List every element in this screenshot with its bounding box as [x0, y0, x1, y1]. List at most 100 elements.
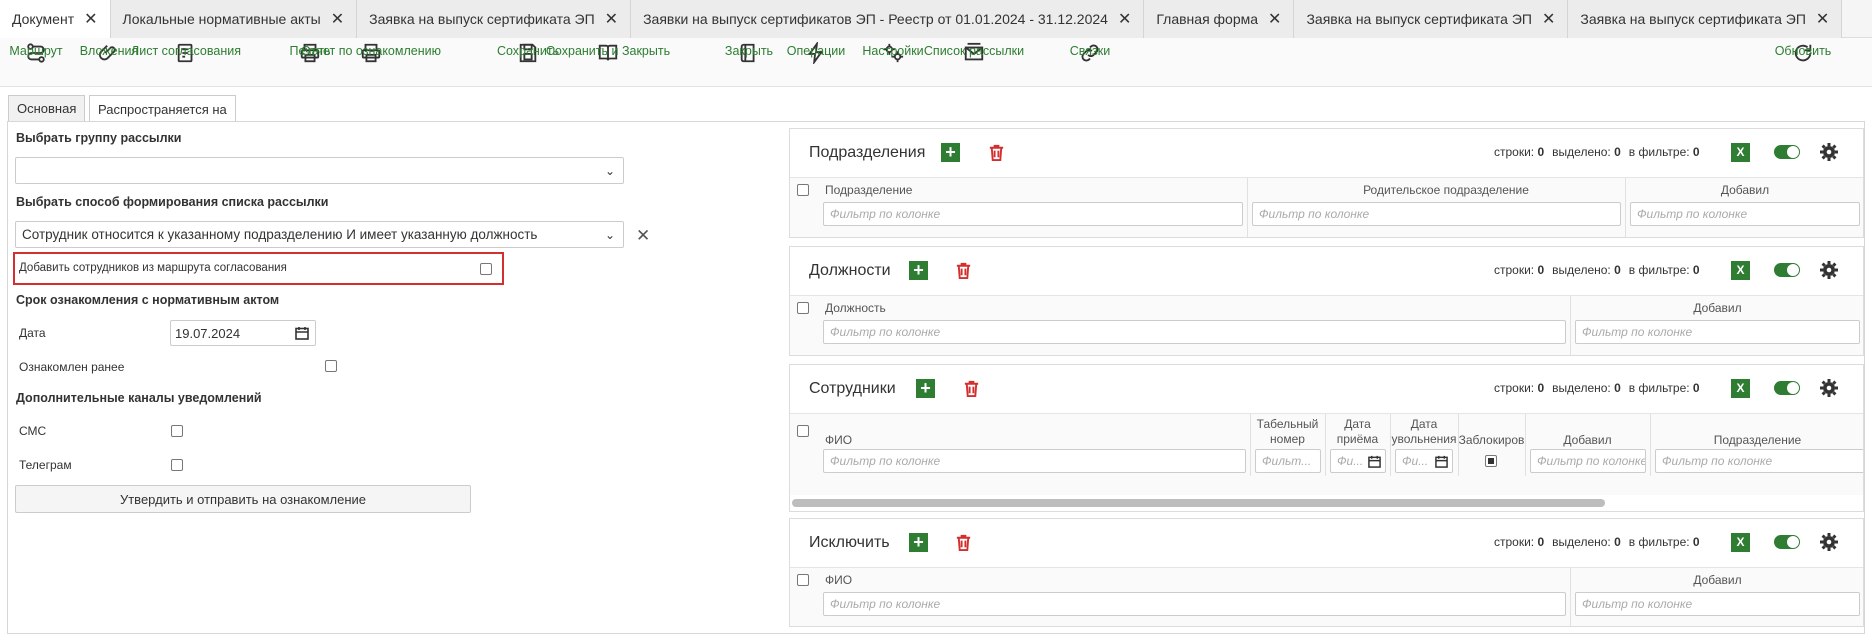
acquainted-label: Ознакомлен ранее: [19, 360, 125, 374]
selected-count: 0: [1614, 145, 1621, 159]
mailing-list-button[interactable]: Список рассылки: [924, 42, 1024, 64]
save-button[interactable]: Сохранить: [497, 42, 559, 64]
col-header: Подразделение: [1713, 433, 1802, 447]
trash-icon[interactable]: [962, 379, 981, 398]
date-label: Дата: [19, 326, 46, 340]
add-from-route-checkbox[interactable]: [480, 263, 492, 275]
tab-main-form[interactable]: Главная форма ✕: [1144, 0, 1295, 38]
close-icon[interactable]: ✕: [1118, 9, 1131, 29]
filter-input[interactable]: Фильтр по колонке: [823, 320, 1566, 344]
excel-icon[interactable]: X: [1731, 533, 1750, 552]
select-all-checkbox[interactable]: [797, 302, 809, 314]
close-icon[interactable]: ✕: [1542, 9, 1555, 29]
approve-send-button[interactable]: Утвердить и отправить на ознакомление: [15, 485, 471, 513]
filter-date-input[interactable]: Фи...: [1330, 449, 1386, 473]
gear-icon[interactable]: [1819, 142, 1839, 162]
selected-label: выделено:: [1552, 263, 1611, 277]
trash-icon[interactable]: [987, 143, 1006, 162]
gear-icon[interactable]: [1819, 532, 1839, 552]
col-header: Дата увольнения: [1391, 417, 1457, 446]
divider: [1390, 414, 1391, 476]
gear-icon[interactable]: [1819, 378, 1839, 398]
tab-applies-to[interactable]: Распространяется на: [89, 95, 236, 122]
selected-count: 0: [1614, 263, 1621, 277]
filter-input[interactable]: Фильт...: [1255, 449, 1321, 473]
add-button[interactable]: +: [941, 143, 960, 162]
clear-icon[interactable]: ✕: [636, 226, 650, 246]
horizontal-scrollbar[interactable]: [792, 499, 1605, 507]
close-icon[interactable]: ✕: [605, 9, 618, 29]
tab-main[interactable]: Основная: [8, 95, 86, 121]
filter-toggle[interactable]: [1774, 535, 1800, 549]
select-all-checkbox[interactable]: [797, 184, 809, 196]
filter-date-input[interactable]: Фи...: [1395, 449, 1453, 473]
filter-toggle[interactable]: [1774, 263, 1800, 277]
settings-button[interactable]: Настройки: [862, 42, 924, 64]
add-button[interactable]: +: [909, 261, 928, 280]
tab-local-acts[interactable]: Локальные нормативные акты ✕: [110, 0, 358, 38]
channels-label: Дополнительные каналы уведомлений: [16, 391, 262, 405]
close-icon[interactable]: ✕: [1816, 9, 1829, 29]
filter-toggle[interactable]: [1774, 145, 1800, 159]
panel-stats: строки: 0 выделено: 0в фильтре: 0: [1494, 263, 1708, 277]
close-label: Закрыть: [724, 44, 774, 58]
calendar-icon[interactable]: [1368, 455, 1381, 468]
tab-document[interactable]: Документ ✕: [0, 0, 111, 38]
date-value: 19.07.2024: [175, 325, 241, 341]
selected-label: выделено:: [1552, 381, 1611, 395]
filter-input[interactable]: Фильтр по колонке: [1252, 202, 1621, 226]
filter-input[interactable]: Фильтр по колонке: [1530, 449, 1646, 473]
acquainted-checkbox[interactable]: [325, 360, 337, 372]
tab-cert-registry[interactable]: Заявки на выпуск сертификатов ЭП - Реест…: [631, 0, 1145, 38]
tab-cert-request-2[interactable]: Заявка на выпуск сертификата ЭП ✕: [1294, 0, 1569, 38]
calendar-icon[interactable]: [295, 326, 309, 340]
divider: [1650, 414, 1651, 476]
chevron-down-icon: ⌄: [604, 227, 615, 242]
close-icon[interactable]: ✕: [331, 9, 344, 29]
report-label: Отчет по ознакомлению: [301, 44, 441, 58]
report-button[interactable]: Отчет по ознакомлению: [301, 42, 441, 64]
save-close-button[interactable]: Сохранить и Закрыть: [546, 42, 670, 64]
close-icon[interactable]: ✕: [1268, 9, 1281, 29]
add-button[interactable]: +: [916, 379, 935, 398]
filter-input[interactable]: Фильтр по колонке: [823, 592, 1566, 616]
date-input[interactable]: 19.07.2024: [170, 320, 316, 346]
filter-input[interactable]: Фильтр по колонке: [1575, 320, 1860, 344]
select-all-checkbox[interactable]: [797, 574, 809, 586]
filter-input[interactable]: Фильтр по колонке: [1655, 449, 1863, 473]
add-button[interactable]: +: [909, 533, 928, 552]
filter-toggle[interactable]: [1774, 381, 1800, 395]
group-select[interactable]: ⌄: [15, 157, 624, 184]
filter-count: 0: [1692, 381, 1700, 395]
excel-icon[interactable]: X: [1731, 261, 1750, 280]
links-label: Связки: [1069, 44, 1111, 58]
tab-cert-request[interactable]: Заявка на выпуск сертификата ЭП ✕: [357, 0, 632, 38]
filter-input[interactable]: Фильтр по колонке: [823, 202, 1243, 226]
telegram-label: Телеграм: [19, 458, 72, 472]
trash-icon[interactable]: [954, 533, 973, 552]
close-button[interactable]: Закрыть: [725, 42, 773, 64]
blocked-filter-checkbox[interactable]: [1485, 455, 1497, 467]
telegram-checkbox[interactable]: [171, 459, 183, 471]
select-all-checkbox[interactable]: [797, 425, 809, 437]
calendar-icon[interactable]: [1435, 455, 1448, 468]
filter-input[interactable]: Фильтр по колонке: [1630, 202, 1860, 226]
refresh-button[interactable]: Обновить: [1775, 42, 1831, 64]
excel-icon[interactable]: X: [1731, 379, 1750, 398]
filter-input[interactable]: Фильтр по колонке: [823, 449, 1246, 473]
route-button[interactable]: Маршрут: [9, 42, 63, 64]
links-button[interactable]: Связки: [1070, 42, 1110, 64]
trash-icon[interactable]: [954, 261, 973, 280]
gear-icon[interactable]: [1819, 260, 1839, 280]
method-select[interactable]: Сотрудник относится к указанному подразд…: [15, 221, 624, 248]
operations-button[interactable]: Операции: [787, 42, 845, 64]
employees-panel: Сотрудники + строки: 0 выделено: 0в фильт…: [789, 364, 1864, 512]
filter-input[interactable]: Фильтр по колонке: [1575, 592, 1860, 616]
selected-count: 0: [1614, 535, 1621, 549]
sms-checkbox[interactable]: [171, 425, 183, 437]
approval-sheet-button[interactable]: Лист согласования: [131, 42, 241, 64]
tab-cert-request-3[interactable]: Заявка на выпуск сертификата ЭП ✕: [1568, 0, 1843, 38]
excel-icon[interactable]: X: [1731, 143, 1750, 162]
attachments-button[interactable]: Вложения: [80, 42, 138, 64]
close-icon[interactable]: ✕: [84, 9, 97, 29]
